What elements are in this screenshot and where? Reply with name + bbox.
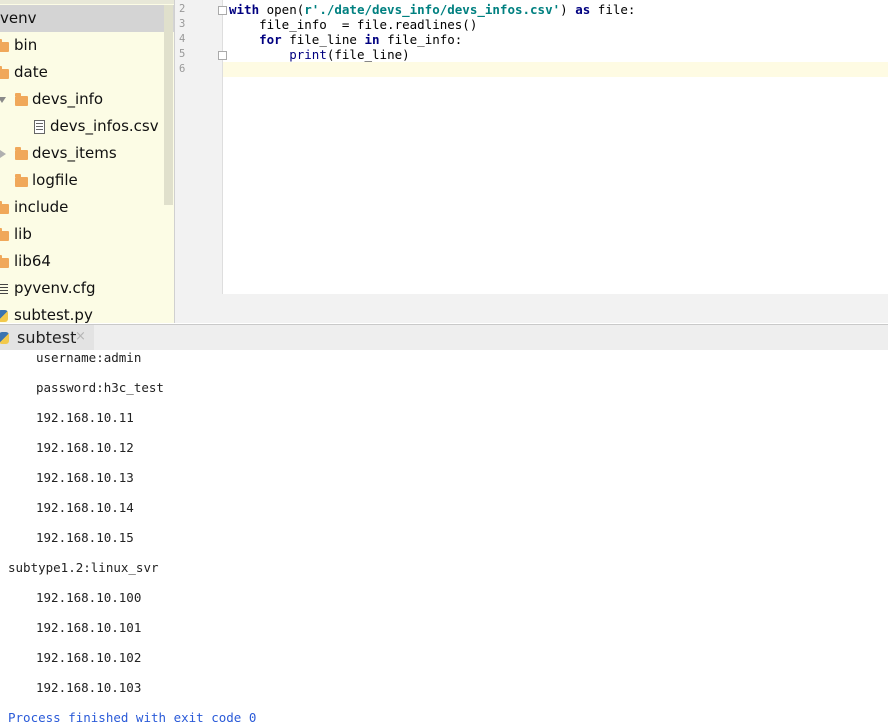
console-line: 192.168.10.11 [36, 410, 134, 425]
line-number: 5 [179, 48, 186, 60]
close-icon[interactable]: × [75, 329, 86, 344]
chevron-right-icon[interactable] [0, 150, 6, 158]
line-number: 4 [179, 33, 186, 45]
tree-item-label: devs_infos.csv [50, 117, 159, 135]
project-tree: venv bin date devs_info devs_infos.csv d… [0, 0, 174, 323]
tree-item-pyvenv-cfg[interactable]: pyvenv.cfg [0, 275, 160, 302]
tree-item-label: bin [14, 36, 38, 54]
console-line: 192.168.10.103 [36, 680, 142, 695]
code-line: print(file_line) [229, 47, 410, 62]
code-line: file_info = file.readlines() [229, 17, 478, 32]
keyword: in [364, 32, 380, 47]
tree-item-label: subtest.py [14, 306, 93, 323]
code-token: open( [259, 2, 305, 17]
console-line: 192.168.10.100 [36, 590, 142, 605]
tree-item-devs-infos-csv[interactable]: devs_infos.csv [0, 113, 160, 140]
code-token: file_info: [379, 32, 463, 47]
folder-icon [0, 66, 9, 79]
tree-item-label: devs_info [32, 90, 104, 108]
tree-item-lib[interactable]: lib [0, 221, 160, 248]
tree-item-include[interactable]: include [0, 194, 160, 221]
current-line-highlight [223, 62, 888, 77]
code-token: (file_line) [326, 47, 410, 62]
folder-icon [0, 201, 9, 214]
code-token: file_line [281, 32, 365, 47]
folder-icon [15, 174, 28, 187]
folder-symlink-icon [0, 255, 9, 268]
run-tab-subtest[interactable]: subtest × [0, 325, 94, 350]
python-run-icon [0, 332, 9, 344]
exit-status-message: Process finished with exit code 0 [8, 710, 257, 725]
line-number: 3 [179, 18, 186, 30]
tree-scrollbar[interactable] [164, 5, 173, 205]
console-line: 192.168.10.13 [36, 470, 134, 485]
tree-item-label: lib [14, 225, 32, 243]
folder-icon [15, 147, 28, 160]
console-line: 192.168.10.14 [36, 500, 134, 515]
console-line: password:h3c_test [36, 380, 164, 395]
fold-toggle-icon[interactable] [218, 51, 227, 60]
python-file-icon [0, 310, 8, 322]
tree-item-label: date [14, 63, 48, 81]
code-token: ) [560, 2, 576, 17]
tree-item-label: devs_items [32, 144, 117, 162]
console-line: 192.168.10.12 [36, 440, 134, 455]
console-line: 192.168.10.102 [36, 650, 142, 665]
run-tab-label: subtest [17, 328, 77, 347]
config-file-icon [0, 284, 8, 294]
tree-top-edge [0, 0, 174, 4]
tree-item-label: lib64 [14, 252, 51, 270]
tree-item-lib64[interactable]: lib64 [0, 248, 160, 275]
console-line: username:admin [36, 350, 142, 365]
keyword: with [229, 2, 260, 17]
tree-item-bin[interactable]: bin [0, 32, 160, 59]
tree-item-label: pyvenv.cfg [14, 279, 96, 297]
tree-item-label: include [14, 198, 69, 216]
console-line: 192.168.10.101 [36, 620, 142, 635]
tree-item-label: venv [0, 9, 37, 27]
tree-item-label: logfile [32, 171, 78, 189]
code-line: with open(r'./date/devs_info/devs_infos.… [229, 2, 635, 17]
run-console[interactable]: username:admin password:h3c_test 192.168… [0, 350, 888, 725]
tree-item-date[interactable]: date [0, 59, 160, 86]
editor-bottom-area [175, 294, 888, 323]
tree-item-devs-items[interactable]: devs_items [0, 140, 160, 167]
code-token: file: [590, 2, 636, 17]
string-literal: r'./date/devs_info/devs_infos.csv' [304, 2, 561, 17]
chevron-down-icon[interactable] [0, 97, 6, 103]
fold-toggle-icon[interactable] [218, 6, 227, 15]
tree-item-subtest-py[interactable]: subtest.py [0, 302, 160, 323]
line-number: 2 [179, 3, 186, 15]
tree-item-logfile[interactable]: logfile [0, 167, 160, 194]
keyword: for [259, 32, 282, 47]
run-tool-window-tabs: subtest × [0, 324, 888, 351]
csv-file-icon [34, 120, 45, 134]
console-line: 192.168.10.15 [36, 530, 134, 545]
console-line: subtype1.2:linux_svr [8, 560, 159, 575]
folder-icon [15, 93, 28, 106]
folder-icon [0, 228, 9, 241]
builtin: print [289, 47, 327, 62]
code-line: for file_line in file_info: [229, 32, 462, 47]
line-number: 6 [179, 63, 186, 75]
tree-item-devs-info[interactable]: devs_info [0, 86, 160, 113]
folder-icon [0, 39, 9, 52]
keyword: as [575, 2, 591, 17]
